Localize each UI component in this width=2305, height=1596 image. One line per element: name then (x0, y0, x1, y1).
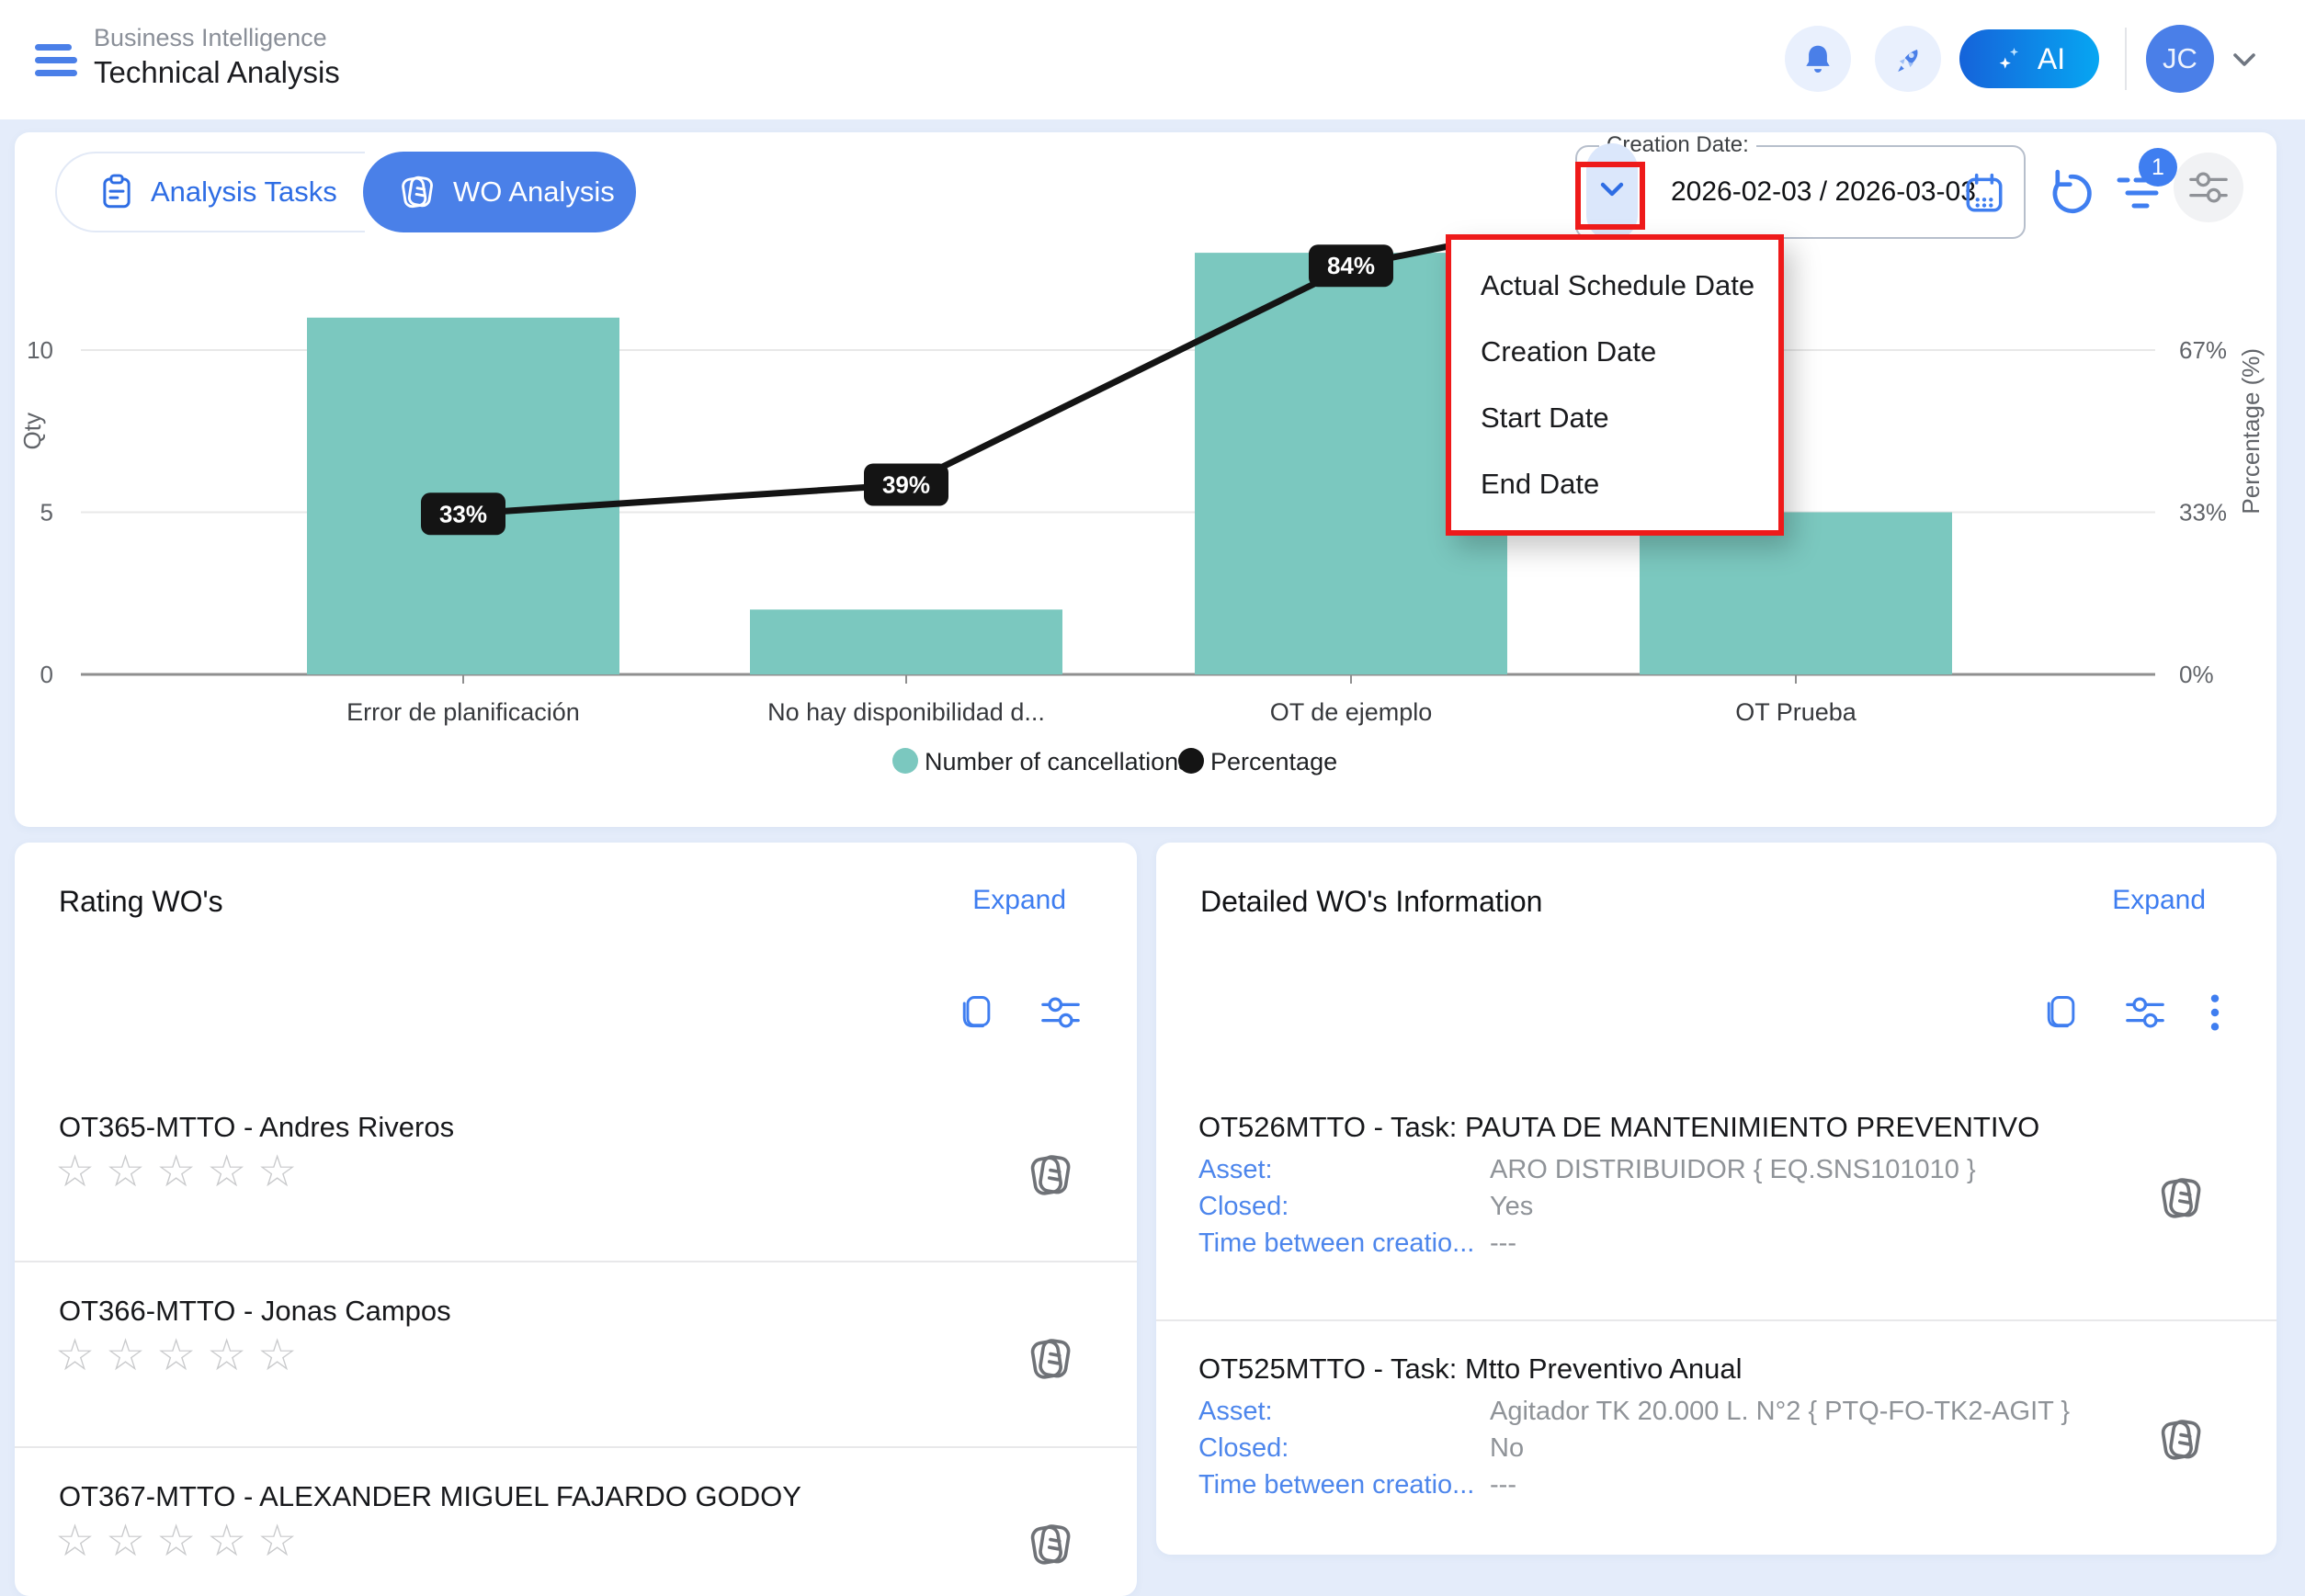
svg-text:No hay disponibilidad d...: No hay disponibilidad d... (767, 698, 1045, 726)
wo-card-icon[interactable] (2154, 1413, 2208, 1466)
asset-label: Asset: (1198, 1155, 1273, 1185)
avatar[interactable]: JC (2146, 25, 2214, 93)
wo-title: OT365-MTTO - Andres Riveros (59, 1111, 454, 1144)
closed-label: Closed: (1198, 1433, 1289, 1464)
svg-text:67%: 67% (2179, 336, 2227, 364)
svg-text:10: 10 (27, 336, 53, 364)
wo-title: OT366-MTTO - Jonas Campos (59, 1295, 451, 1328)
wo-card-icon[interactable] (1024, 1332, 1077, 1386)
header-divider (2125, 28, 2127, 90)
time-between-label[interactable]: Time between creatio... (1198, 1228, 1474, 1259)
sparkle-icon (1993, 42, 2027, 75)
kebab-icon (2208, 991, 2221, 1034)
time-between-value: --- (1490, 1228, 1516, 1259)
expand-rating-link[interactable]: Expand (972, 885, 1066, 916)
ai-assistant-button[interactable]: AI (1959, 29, 2099, 88)
ai-label: AI (2038, 42, 2065, 76)
copy-icon (2041, 992, 2082, 1033)
star-rating-input[interactable]: ☆☆☆☆☆ (55, 1515, 308, 1567)
closed-value: Yes (1490, 1192, 1533, 1222)
svg-text:39%: 39% (882, 470, 930, 498)
copy-button[interactable] (957, 992, 997, 1037)
detailed-wos-card: Detailed WO's Information Expand (1156, 843, 2277, 1555)
svg-text:84%: 84% (1327, 252, 1375, 279)
svg-text:Qty: Qty (18, 413, 46, 449)
svg-text:Percentage: Percentage (1210, 748, 1337, 775)
app-header: Business Intelligence Technical Analysis… (0, 0, 2305, 119)
menu-item-creation-date[interactable]: Creation Date (1451, 319, 1778, 385)
wo-title: OT367-MTTO - ALEXANDER MIGUEL FAJARDO GO… (59, 1480, 801, 1513)
svg-text:0: 0 (40, 661, 53, 688)
avatar-initials: JC (2163, 42, 2197, 75)
star-rating-input[interactable]: ☆☆☆☆☆ (55, 1330, 308, 1381)
asset-value: Agitador TK 20.000 L. N°2 { PTQ-FO-TK2-A… (1490, 1397, 2070, 1427)
copy-icon (957, 992, 997, 1033)
menu-item-start-date[interactable]: Start Date (1451, 385, 1778, 451)
wo-card-icon[interactable] (1024, 1518, 1077, 1571)
more-options-button[interactable] (2208, 991, 2221, 1038)
rating-wos-card: Rating WO's Expand OT365-MTTO - Andres R… (15, 843, 1137, 1596)
app-subtitle: Business Intelligence (94, 24, 327, 52)
time-between-value: --- (1490, 1470, 1516, 1500)
whats-new-button[interactable] (1875, 26, 1941, 92)
profile-chevron-down-icon[interactable] (2229, 48, 2260, 72)
asset-value: ARO DISTRIBUIDOR { EQ.SNS101010 } (1490, 1155, 1976, 1185)
date-type-menu: Actual Schedule Date Creation Date Start… (1446, 234, 1784, 536)
svg-text:0%: 0% (2179, 661, 2214, 688)
expand-detailed-link[interactable]: Expand (2112, 885, 2206, 916)
svg-text:Error de planificación: Error de planificación (346, 698, 580, 726)
svg-text:OT Prueba: OT Prueba (1735, 698, 1857, 726)
svg-text:33%: 33% (2179, 499, 2227, 526)
tune-icon (1039, 991, 1082, 1034)
time-between-label[interactable]: Time between creatio... (1198, 1470, 1474, 1500)
svg-text:Percentage (%): Percentage (%) (2237, 348, 2265, 515)
copy-button[interactable] (2041, 992, 2082, 1037)
pareto-chart: 0 0% 5 33% 10 67% Qty Percentage (%) Error de pl… (0, 165, 2305, 809)
menu-icon[interactable] (35, 42, 77, 79)
card-title: Detailed WO's Information (1200, 885, 1542, 919)
closed-label: Closed: (1198, 1192, 1289, 1222)
bell-icon (1800, 41, 1835, 76)
page-title: Technical Analysis (94, 55, 340, 90)
asset-label: Asset: (1198, 1397, 1273, 1427)
svg-text:OT de ejemplo: OT de ejemplo (1270, 698, 1433, 726)
wo-title: OT526MTTO - Task: PAUTA DE MANTENIMIENTO… (1198, 1111, 2039, 1144)
svg-text:Number of cancellations: Number of cancellations (925, 748, 1191, 775)
wo-card-icon[interactable] (2154, 1172, 2208, 1225)
star-rating-input[interactable]: ☆☆☆☆☆ (55, 1146, 308, 1197)
notifications-button[interactable] (1785, 26, 1851, 92)
menu-item-end-date[interactable]: End Date (1451, 451, 1778, 517)
wo-title: OT525MTTO - Task: Mtto Preventivo Anual (1198, 1353, 1743, 1386)
svg-text:33%: 33% (439, 500, 487, 527)
wo-card-icon[interactable] (1024, 1149, 1077, 1202)
list-settings-button[interactable] (1039, 991, 1082, 1038)
closed-value: No (1490, 1433, 1524, 1464)
svg-text:5: 5 (40, 499, 53, 526)
tune-icon (2124, 991, 2166, 1034)
rocket-icon (1890, 40, 1926, 77)
card-title: Rating WO's (59, 885, 223, 919)
list-settings-button[interactable] (2124, 991, 2166, 1038)
menu-item-actual-schedule-date[interactable]: Actual Schedule Date (1451, 253, 1778, 319)
